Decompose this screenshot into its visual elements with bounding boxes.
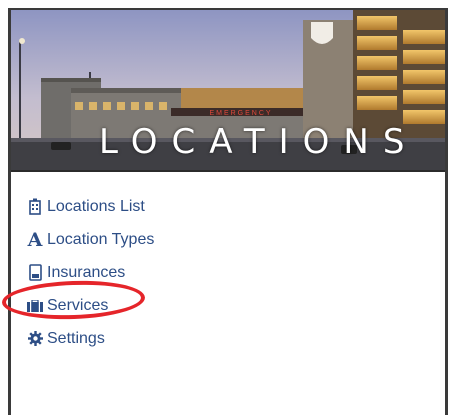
menu-item-settings[interactable]: Settings (25, 322, 154, 355)
menu-item-label: Location Types (47, 230, 155, 248)
font-a-icon: A (27, 228, 43, 251)
menu-item-label: Settings (47, 329, 105, 347)
banner-title: LOCATIONS (99, 122, 419, 162)
building-icon (25, 198, 45, 215)
menu-item-label: Insurances (47, 263, 126, 281)
menu-item-label: Locations List (47, 197, 145, 215)
emergency-sign: EMERGENCY (209, 110, 272, 117)
document-icon (25, 264, 45, 281)
locations-menu: Locations List A Location Types Insuranc… (25, 190, 154, 355)
menu-item-location-types[interactable]: A Location Types (25, 223, 155, 256)
locations-panel: EMERGENCY LOCATIONS Locations List A Loc… (8, 8, 448, 415)
locations-banner: EMERGENCY LOCATIONS (11, 10, 445, 172)
gear-icon (25, 331, 45, 346)
menu-item-locations-list[interactable]: Locations List (25, 190, 154, 223)
